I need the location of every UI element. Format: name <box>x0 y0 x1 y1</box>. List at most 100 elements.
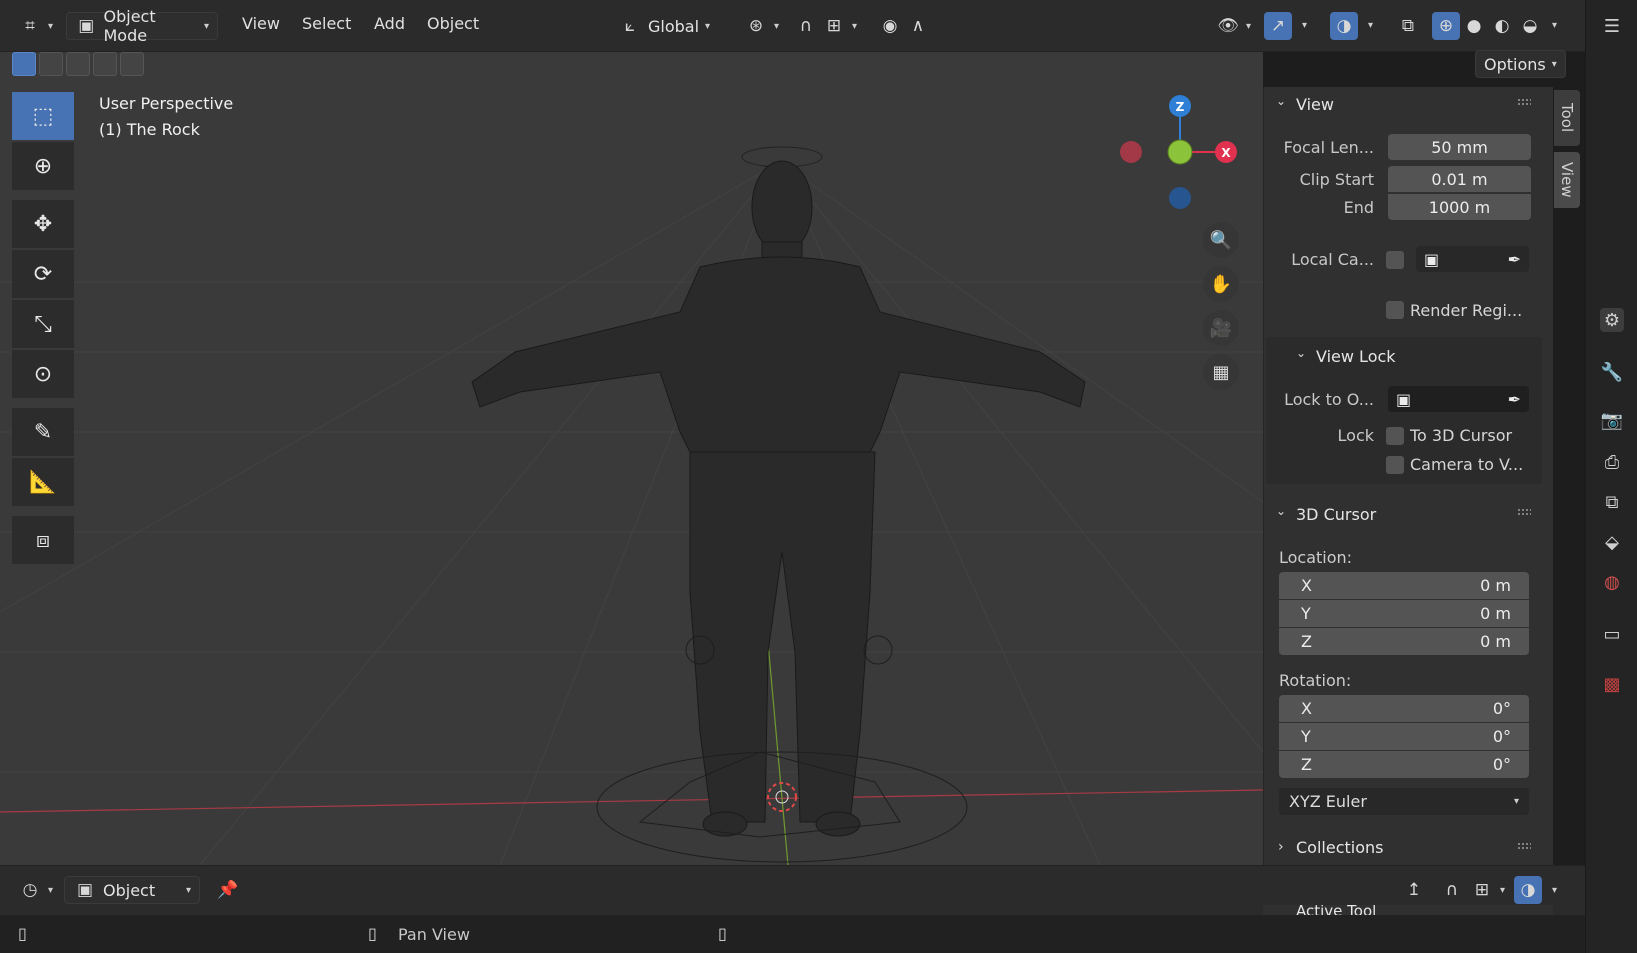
camera-view-icon[interactable]: 🎥 <box>1203 310 1239 346</box>
view-lock-title[interactable]: View Lock <box>1316 347 1396 366</box>
select-intersect-icon[interactable] <box>120 52 144 76</box>
rendered-shading-button[interactable]: ◒ <box>1516 12 1544 40</box>
3d-viewport[interactable]: User Perspective (1) The Rock Z X 🔍 ✋ 🎥 … <box>0 52 1263 865</box>
add-cube-tool[interactable]: ⧈ <box>12 516 74 564</box>
annotate-tool[interactable]: ✎ <box>12 408 74 456</box>
navigation-gizmo[interactable]: Z X <box>1110 92 1250 222</box>
xray-icon: ⧉ <box>1401 16 1415 36</box>
measure-tool[interactable]: 📐 <box>12 458 74 506</box>
printer-icon[interactable]: ⎙ <box>1600 450 1624 474</box>
chevron-right-icon[interactable]: › <box>1278 839 1284 855</box>
chevron-down-icon[interactable]: ▾ <box>1368 20 1373 31</box>
xray-toggle[interactable]: ⧉ <box>1394 12 1422 40</box>
texture-checker-icon[interactable]: ▩ <box>1600 672 1624 696</box>
local-camera-picker[interactable]: ▣ ✒ <box>1416 246 1529 272</box>
drag-handle-icon[interactable] <box>1517 98 1531 106</box>
timeline-mode-dropdown[interactable]: ▣ Object ▾ <box>64 876 200 904</box>
menu-object[interactable]: Object <box>427 14 479 33</box>
menu-select[interactable]: Select <box>302 14 351 33</box>
rotation-y-field[interactable]: Y 0° <box>1279 723 1529 750</box>
select-new-icon[interactable] <box>12 52 36 76</box>
chevron-down-icon[interactable]: ▾ <box>1552 20 1557 31</box>
focal-length-field[interactable]: 50 mm <box>1388 134 1531 160</box>
drag-handle-icon[interactable] <box>1517 508 1531 516</box>
parent-up-button[interactable]: ↥ <box>1394 876 1434 904</box>
tab-view[interactable]: View <box>1554 152 1580 208</box>
location-x-field[interactable]: X 0 m <box>1279 572 1529 599</box>
gizmo-neg-z-axis[interactable] <box>1169 187 1191 209</box>
editor-type-button[interactable]: ⌗ ▾ <box>10 12 61 40</box>
x-axis-line <box>0 789 1263 813</box>
cursor-tool[interactable]: ⊕ <box>12 142 74 190</box>
timeline-snap-dropdown[interactable]: ⊞ ▾ <box>1462 876 1513 904</box>
select-invert-icon[interactable] <box>93 52 117 76</box>
overlays-toggle[interactable]: ◑ <box>1330 12 1358 40</box>
rotation-x-field[interactable]: X 0° <box>1279 695 1529 722</box>
chevron-down-icon: ▾ <box>774 20 780 32</box>
material-shading-button[interactable]: ◐ <box>1488 12 1516 40</box>
lock-to-object-picker[interactable]: ▣ ✒ <box>1388 386 1529 412</box>
chevron-down-icon[interactable]: ⌄ <box>1296 346 1306 360</box>
menu-add[interactable]: Add <box>374 14 405 33</box>
tab-tool[interactable]: Tool <box>1554 90 1580 146</box>
collections-panel-title[interactable]: Collections <box>1296 838 1383 857</box>
gizmo-neg-x-axis[interactable] <box>1120 141 1142 163</box>
perspective-toggle-icon[interactable]: ▦ <box>1203 354 1239 390</box>
orientation-dropdown[interactable]: ⟀ Global ▾ <box>610 12 718 40</box>
pan-hand-icon[interactable]: ✋ <box>1203 266 1239 302</box>
location-z-field[interactable]: Z 0 m <box>1279 628 1529 655</box>
rotation-mode-dropdown[interactable]: XYZ Euler ▾ <box>1279 788 1529 815</box>
axis-value: 0 m <box>1480 632 1511 651</box>
options-dropdown[interactable]: Options ▾ <box>1475 50 1566 78</box>
pin-button[interactable]: 📌 <box>208 876 248 904</box>
solid-shading-button[interactable]: ● <box>1460 12 1488 40</box>
falloff-dropdown[interactable]: ∧ <box>898 12 938 40</box>
timeline-overlays-toggle[interactable]: ◑ <box>1514 876 1542 904</box>
select-subtract-icon[interactable] <box>66 52 90 76</box>
rotation-z-field[interactable]: Z 0° <box>1279 751 1529 778</box>
world-icon[interactable]: ◍ <box>1600 570 1624 594</box>
drag-handle-icon[interactable] <box>1517 842 1531 850</box>
active-tool-title[interactable]: Active Tool <box>1296 905 1376 915</box>
chevron-down-icon[interactable]: ⌄ <box>1276 94 1286 108</box>
timeline-editor-type[interactable]: ◷ ▾ <box>10 876 61 904</box>
render-camera-icon[interactable]: 📷 <box>1600 408 1624 432</box>
render-region-checkbox[interactable] <box>1386 301 1404 319</box>
to-3d-cursor-checkbox[interactable] <box>1386 427 1404 445</box>
camera-to-view-checkbox[interactable] <box>1386 456 1404 474</box>
chevron-down-icon[interactable]: ▾ <box>1302 20 1307 31</box>
scene-icon[interactable]: ⬙ <box>1600 530 1624 554</box>
wrench-icon[interactable]: 🔧 <box>1600 360 1624 384</box>
gizmo-toggle[interactable]: ↗ <box>1264 12 1292 40</box>
location-y-field[interactable]: Y 0 m <box>1279 600 1529 627</box>
character-mesh[interactable] <box>471 146 1086 837</box>
gizmo-y-axis[interactable] <box>1167 139 1193 165</box>
wireframe-shading-button[interactable]: ⊕ <box>1432 12 1460 40</box>
3d-cursor-panel-title[interactable]: 3D Cursor <box>1296 505 1376 524</box>
transform-tool[interactable]: ⊙ <box>12 350 74 398</box>
clip-end-field[interactable]: 1000 m <box>1388 194 1531 220</box>
viewport-scene <box>0 146 1263 865</box>
menu-view[interactable]: View <box>242 14 280 33</box>
view-layer-icon[interactable]: ⧉ <box>1600 490 1624 514</box>
collection-icon[interactable]: ▭ <box>1600 622 1624 646</box>
chevron-down-icon: ▾ <box>1551 58 1557 70</box>
pivot-dropdown[interactable]: ⊛ ▾ <box>736 12 787 40</box>
tool-settings-icon[interactable]: ⚙ <box>1600 308 1624 332</box>
chevron-down-icon[interactable]: ⌄ <box>1276 504 1286 518</box>
view-panel-title[interactable]: View <box>1296 95 1334 114</box>
zoom-icon[interactable]: 🔍 <box>1203 222 1239 258</box>
clip-start-field[interactable]: 0.01 m <box>1388 166 1531 192</box>
move-tool[interactable]: ✥ <box>12 200 74 248</box>
select-box-tool[interactable]: ⬚ <box>12 92 74 140</box>
rig-bones <box>596 635 968 863</box>
visibility-dropdown[interactable]: 👁 ▾ <box>1208 12 1259 40</box>
chevron-down-icon[interactable]: ▾ <box>1552 885 1557 896</box>
snap-dropdown[interactable]: ⊞ ▾ <box>814 12 865 40</box>
rotate-tool[interactable]: ⟳ <box>12 250 74 298</box>
mode-dropdown[interactable]: ▣ Object Mode ▾ <box>66 7 218 45</box>
select-extend-icon[interactable] <box>39 52 63 76</box>
scale-tool[interactable]: ⤡ <box>12 300 74 348</box>
local-camera-checkbox[interactable] <box>1386 251 1404 269</box>
outliner-icon[interactable]: ☰ <box>1600 14 1624 38</box>
